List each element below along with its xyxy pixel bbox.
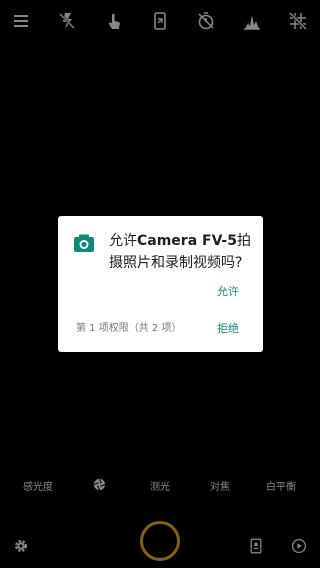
camera-icon: [73, 233, 95, 253]
permission-dialog: 允许Camera FV-5拍摄照片和录制视频吗? 允许 第 1 项权限（共 2 …: [58, 216, 263, 352]
allow-button[interactable]: 允许: [217, 285, 239, 299]
deny-button[interactable]: 拒绝: [217, 322, 239, 336]
permission-count: 第 1 项权限（共 2 项）: [76, 323, 182, 334]
dialog-title: 允许Camera FV-5拍摄照片和录制视频吗?: [109, 233, 251, 271]
